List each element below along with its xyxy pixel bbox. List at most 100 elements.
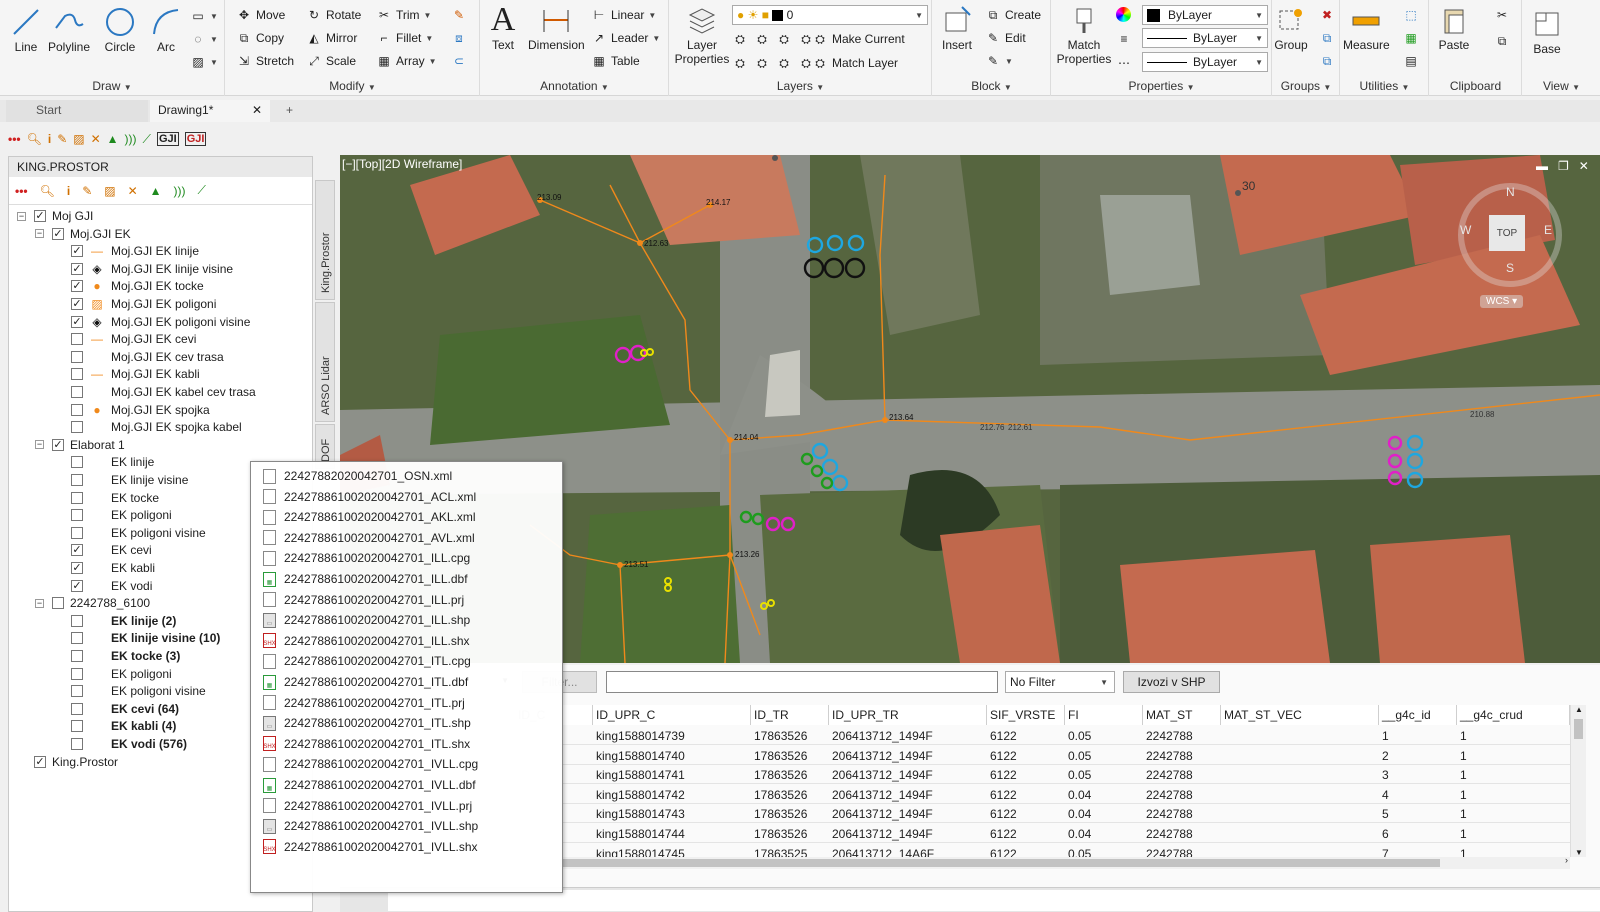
copy-clip-icon[interactable]: ⧉ — [1494, 33, 1510, 49]
file-list-item[interactable]: ▦ 224278861002020042701_ILL.dbf — [263, 569, 468, 589]
info-icon[interactable]: i — [48, 132, 51, 146]
layer-visibility-checkbox[interactable]: ✓ — [52, 227, 64, 240]
utilities-panel-title[interactable]: Utilities ▼ — [1341, 79, 1428, 93]
file-list-item[interactable]: 224278861002020042701_IVLL.cpg — [263, 754, 478, 774]
layer-visibility-checkbox[interactable]: ✓ — [52, 438, 64, 451]
match-layer-button[interactable]: ⛭ Match Layer — [812, 55, 898, 71]
tree-item[interactable]: ✓ ▨ Moj.GJI EK poligoni — [53, 295, 216, 313]
tab-drawing1[interactable]: Drawing1* ✕ — [150, 100, 270, 122]
offset-button[interactable]: ⊂ — [451, 53, 467, 69]
tree-item[interactable]: Moj.GJI EK spojka kabel — [53, 418, 242, 436]
tree-item[interactable]: ✓ — Moj.GJI EK linije — [53, 242, 199, 260]
layer-visibility-checkbox[interactable] — [71, 333, 83, 346]
column-header[interactable]: ID_TR — [751, 705, 829, 725]
lineweight-dropdown[interactable]: ByLayer ▼ — [1142, 28, 1268, 48]
cross-line-icon[interactable]: ✕ — [91, 132, 101, 146]
layer-visibility-checkbox[interactable]: ✓ — [71, 262, 83, 275]
layer-visibility-checkbox[interactable] — [52, 597, 64, 610]
layer-visibility-checkbox[interactable] — [71, 702, 83, 715]
tree-item[interactable]: ✓ ◈ Moj.GJI EK linije visine — [53, 260, 233, 278]
hatch-tool-icon[interactable]: ▨ — [104, 184, 115, 198]
linear-button[interactable]: ⊢ Linear ▼ — [591, 7, 657, 23]
gji-import-icon[interactable]: GJI — [156, 132, 179, 146]
layer-on-icon[interactable]: ⛭ — [732, 55, 748, 71]
restore-icon[interactable]: ❐ — [1558, 159, 1569, 173]
file-list-item[interactable]: 224278861002020042701_ITL.cpg — [263, 651, 471, 671]
group-select-icon[interactable]: ⧉ — [1319, 53, 1335, 69]
paste-button[interactable]: Paste — [1436, 2, 1472, 52]
rectangle-tool[interactable]: ▭ ▼ — [190, 8, 218, 24]
layer-dropdown[interactable]: ● ☀ ■ 0 ▼ — [732, 5, 928, 25]
column-header[interactable]: ID_UPR_C — [593, 705, 751, 725]
move-button[interactable]: ✥ Move — [236, 7, 285, 23]
layer-isolate-icon[interactable]: ⛭ — [754, 31, 770, 47]
linetype-dropdown[interactable]: ByLayer ▼ — [1142, 52, 1268, 72]
tree-item[interactable]: — Moj.GJI EK cevi — [53, 330, 196, 348]
viewcube-top-face[interactable]: TOP — [1489, 215, 1525, 251]
tree-item[interactable]: EK cevi (64) — [53, 700, 179, 718]
tree-item[interactable]: Moj.GJI EK cev trasa — [53, 348, 224, 366]
line-tool[interactable]: Line — [8, 4, 44, 54]
layer-freeze-icon[interactable]: ⛭ — [776, 31, 792, 47]
edit-block-button[interactable]: ✎ Edit — [985, 30, 1026, 46]
block-attribute-button[interactable]: ✎ ▼ — [985, 53, 1013, 69]
terrain-icon[interactable]: ▲ — [150, 184, 162, 198]
make-current-button[interactable]: ⛭ Make Current — [812, 31, 905, 47]
tree-item[interactable]: ✓ ● Moj.GJI EK tocke — [53, 277, 204, 295]
layer-visibility-checkbox[interactable] — [71, 421, 83, 434]
view-panel-title[interactable]: View ▼ — [1523, 79, 1600, 93]
zoom-icon[interactable]: 🔍︎ — [27, 132, 42, 146]
modify-panel-title[interactable]: Modify ▼ — [226, 79, 479, 93]
layer-visibility-checkbox[interactable] — [71, 632, 83, 645]
dimension-tool[interactable]: Dimension — [528, 2, 585, 52]
collapse-toggle-icon[interactable]: − — [35, 598, 44, 608]
profile-icon[interactable]: ⟋ — [198, 183, 206, 198]
trim-button[interactable]: ✂ Trim ▼ — [376, 7, 432, 23]
file-list-item[interactable]: SHX 224278861002020042701_IVLL.shx — [263, 837, 478, 857]
cross-line-icon[interactable]: ✕ — [128, 184, 138, 198]
layer-visibility-checkbox[interactable] — [71, 403, 83, 416]
file-list-item[interactable]: 224278861002020042701_ILL.cpg — [263, 548, 470, 568]
array-button[interactable]: ▦ Array ▼ — [376, 53, 436, 69]
info-icon[interactable]: i — [67, 184, 70, 198]
file-list-item[interactable]: ▦ 224278861002020042701_IVLL.dbf — [263, 775, 476, 795]
rotate-button[interactable]: ↻ Rotate — [306, 7, 361, 23]
column-header[interactable]: FI — [1065, 705, 1143, 725]
layer-visibility-checkbox[interactable] — [71, 474, 83, 486]
layer-visibility-checkbox[interactable]: ✓ — [34, 210, 46, 222]
tree-item[interactable]: − 2242788_6100 — [35, 594, 150, 612]
mirror-button[interactable]: ◭ Mirror — [306, 30, 357, 46]
groups-panel-title[interactable]: Groups ▼ — [1273, 79, 1339, 93]
layer-visibility-checkbox[interactable] — [71, 386, 83, 398]
layer-visibility-checkbox[interactable]: ✓ — [71, 245, 83, 258]
side-tab-arso-lidar[interactable]: ARSO Lidar — [315, 302, 335, 422]
select-all-icon[interactable]: ▦ — [1403, 30, 1419, 46]
properties-panel-title[interactable]: Properties ▼ — [1052, 79, 1271, 93]
scale-button[interactable]: ⤢ Scale — [306, 53, 356, 69]
dots-icon[interactable]: ••• — [15, 184, 28, 198]
gji-export-icon[interactable]: GJI — [184, 132, 207, 146]
cut-icon[interactable]: ✂ — [1494, 7, 1510, 23]
explode-button[interactable]: ⧈ — [451, 30, 467, 46]
file-list-item[interactable]: 224278861002020042701_ACL.xml — [263, 487, 476, 507]
copy-button[interactable]: ⧉ Copy — [236, 30, 284, 46]
tree-item[interactable]: ✓ EK vodi — [53, 577, 152, 595]
tree-item[interactable]: EK poligoni — [53, 665, 172, 683]
calculator-icon[interactable]: ▤ — [1403, 53, 1419, 69]
signal-icon[interactable]: ))) — [174, 184, 186, 198]
create-block-button[interactable]: ⧉ Create — [985, 7, 1041, 23]
text-tool[interactable]: A Text — [485, 1, 521, 52]
layer-visibility-checkbox[interactable]: ✓ — [71, 315, 83, 328]
collapse-toggle-icon[interactable]: − — [17, 211, 26, 221]
tree-item[interactable]: — Moj.GJI EK kabli — [53, 365, 200, 383]
layer-visibility-checkbox[interactable] — [71, 368, 83, 381]
layer-visibility-checkbox[interactable]: ✓ — [71, 280, 83, 293]
column-header[interactable]: MAT_ST_VEC — [1221, 705, 1379, 725]
layer-visibility-checkbox[interactable] — [71, 650, 83, 662]
file-list-item[interactable]: 224278861002020042701_IVLL.prj — [263, 796, 472, 816]
layer-visibility-checkbox[interactable] — [71, 509, 83, 522]
layer-visibility-checkbox[interactable] — [71, 456, 83, 469]
layer-visibility-checkbox[interactable] — [71, 667, 83, 680]
layers-panel-title[interactable]: Layers ▼ — [670, 79, 931, 93]
collapse-toggle-icon[interactable]: − — [35, 229, 44, 239]
